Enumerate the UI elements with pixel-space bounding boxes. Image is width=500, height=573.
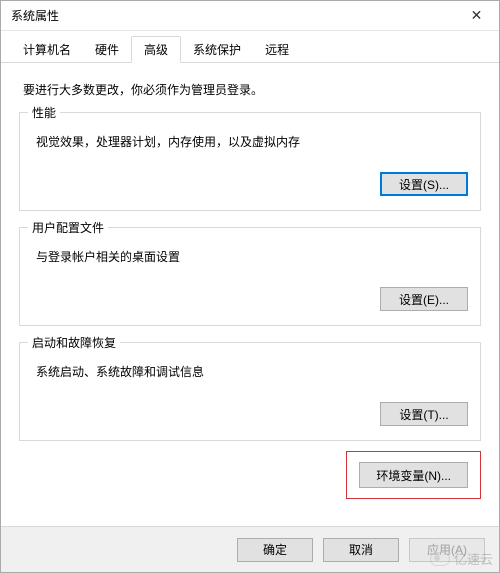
user-profiles-settings-button[interactable]: 设置(E)...	[380, 287, 468, 311]
performance-settings-button[interactable]: 设置(S)...	[380, 172, 468, 196]
highlight-annotation: 环境变量(N)...	[346, 451, 481, 499]
close-button[interactable]: ✕	[454, 1, 499, 31]
admin-notice: 要进行大多数更改，你必须作为管理员登录。	[23, 81, 477, 98]
tab-content-advanced: 要进行大多数更改，你必须作为管理员登录。 性能 视觉效果，处理器计划，内存使用，…	[1, 63, 499, 526]
group-performance-title: 性能	[28, 104, 60, 121]
environment-variables-button[interactable]: 环境变量(N)...	[359, 462, 468, 488]
group-startup-recovery: 启动和故障恢复 系统启动、系统故障和调试信息 设置(T)...	[19, 342, 481, 441]
tab-computer-name[interactable]: 计算机名	[11, 37, 83, 62]
group-startup-recovery-desc: 系统启动、系统故障和调试信息	[36, 363, 468, 380]
group-user-profiles-desc: 与登录帐户相关的桌面设置	[36, 248, 468, 265]
tab-advanced[interactable]: 高级	[131, 36, 181, 63]
startup-recovery-settings-button[interactable]: 设置(T)...	[380, 402, 468, 426]
cancel-button[interactable]: 取消	[323, 538, 399, 562]
group-startup-recovery-title: 启动和故障恢复	[28, 334, 120, 351]
titlebar: 系统属性 ✕	[1, 1, 499, 31]
tabs-row: 计算机名 硬件 高级 系统保护 远程	[1, 31, 499, 63]
tab-system-protection[interactable]: 系统保护	[181, 37, 253, 62]
env-variables-row: 环境变量(N)...	[19, 451, 481, 505]
tab-hardware[interactable]: 硬件	[83, 37, 131, 62]
dialog-button-bar: 确定 取消 应用(A) 亿速云	[1, 526, 499, 572]
window-title: 系统属性	[11, 7, 59, 24]
ok-button[interactable]: 确定	[237, 538, 313, 562]
group-performance: 性能 视觉效果，处理器计划，内存使用，以及虚拟内存 设置(S)...	[19, 112, 481, 211]
group-user-profiles: 用户配置文件 与登录帐户相关的桌面设置 设置(E)...	[19, 227, 481, 326]
close-icon: ✕	[471, 7, 483, 24]
tab-remote[interactable]: 远程	[253, 37, 301, 62]
group-performance-desc: 视觉效果，处理器计划，内存使用，以及虚拟内存	[36, 133, 468, 150]
system-properties-dialog: 系统属性 ✕ 计算机名 硬件 高级 系统保护 远程 要进行大多数更改，你必须作为…	[0, 0, 500, 573]
group-user-profiles-title: 用户配置文件	[28, 219, 108, 236]
apply-button: 应用(A)	[409, 538, 485, 562]
